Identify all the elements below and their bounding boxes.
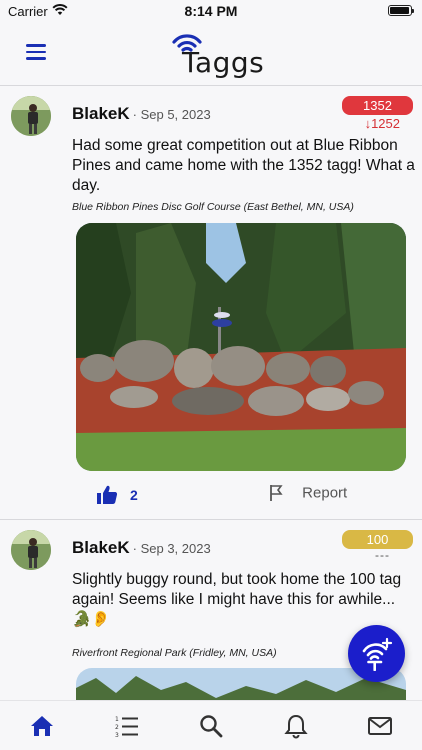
svg-text:1: 1 [115, 716, 119, 723]
username[interactable]: BlakeK [72, 538, 130, 557]
hamburger-line [26, 57, 46, 60]
app-logo: Taggs [170, 30, 264, 79]
tab-bar: 1 2 3 [0, 700, 422, 750]
search-icon[interactable] [198, 713, 224, 739]
add-tagg-icon [362, 637, 393, 671]
post-date: · Sep 3, 2023 [132, 541, 211, 556]
post-actions: 2 Report [0, 484, 422, 508]
hamburger-icon [26, 44, 46, 47]
post-header: BlakeK · Sep 3, 2023 [72, 538, 211, 558]
report-label: Report [302, 484, 348, 502]
new-post-button[interactable] [348, 625, 405, 682]
app-header: Taggs [0, 22, 422, 86]
avatar[interactable] [11, 530, 51, 570]
battery-icon [388, 5, 414, 16]
like-count: 2 [130, 487, 138, 503]
bell-icon[interactable] [283, 713, 309, 739]
post-photo[interactable] [76, 223, 406, 471]
post-feed[interactable]: BlakeK · Sep 5, 2023 1352 ↓1252 Had some … [0, 86, 422, 700]
username[interactable]: BlakeK [72, 104, 130, 123]
status-bar: Carrier 8:14 PM [0, 0, 422, 22]
svg-text:3: 3 [115, 732, 119, 739]
course-location[interactable]: Blue Ribbon Pines Disc Golf Course (East… [72, 201, 412, 213]
mail-icon[interactable] [367, 713, 393, 739]
post-text: Slightly buggy round, but took home the … [72, 571, 402, 629]
logo-text: Taggs [182, 46, 265, 79]
tag-badge[interactable]: 100 [342, 530, 413, 549]
home-icon[interactable] [29, 713, 55, 739]
hamburger-line [26, 50, 46, 53]
post-text: Had some great competition out at Blue R… [72, 137, 415, 195]
thumbs-up-icon[interactable] [96, 484, 118, 506]
flag-icon [270, 485, 283, 502]
menu-button[interactable] [26, 44, 48, 62]
tag-change: --- [375, 548, 390, 562]
tag-change: ↓1252 [364, 116, 400, 131]
report-button[interactable]: Report [268, 484, 347, 506]
list-icon[interactable]: 1 2 3 [114, 713, 140, 739]
avatar[interactable] [11, 96, 51, 136]
tag-badge[interactable]: 1352 [342, 96, 413, 115]
clock: 8:14 PM [184, 3, 238, 19]
svg-text:2: 2 [115, 724, 119, 731]
post-header: BlakeK · Sep 5, 2023 [72, 104, 211, 124]
post-card: BlakeK · Sep 5, 2023 1352 ↓1252 Had some … [0, 86, 422, 520]
post-date: · Sep 5, 2023 [132, 107, 211, 122]
